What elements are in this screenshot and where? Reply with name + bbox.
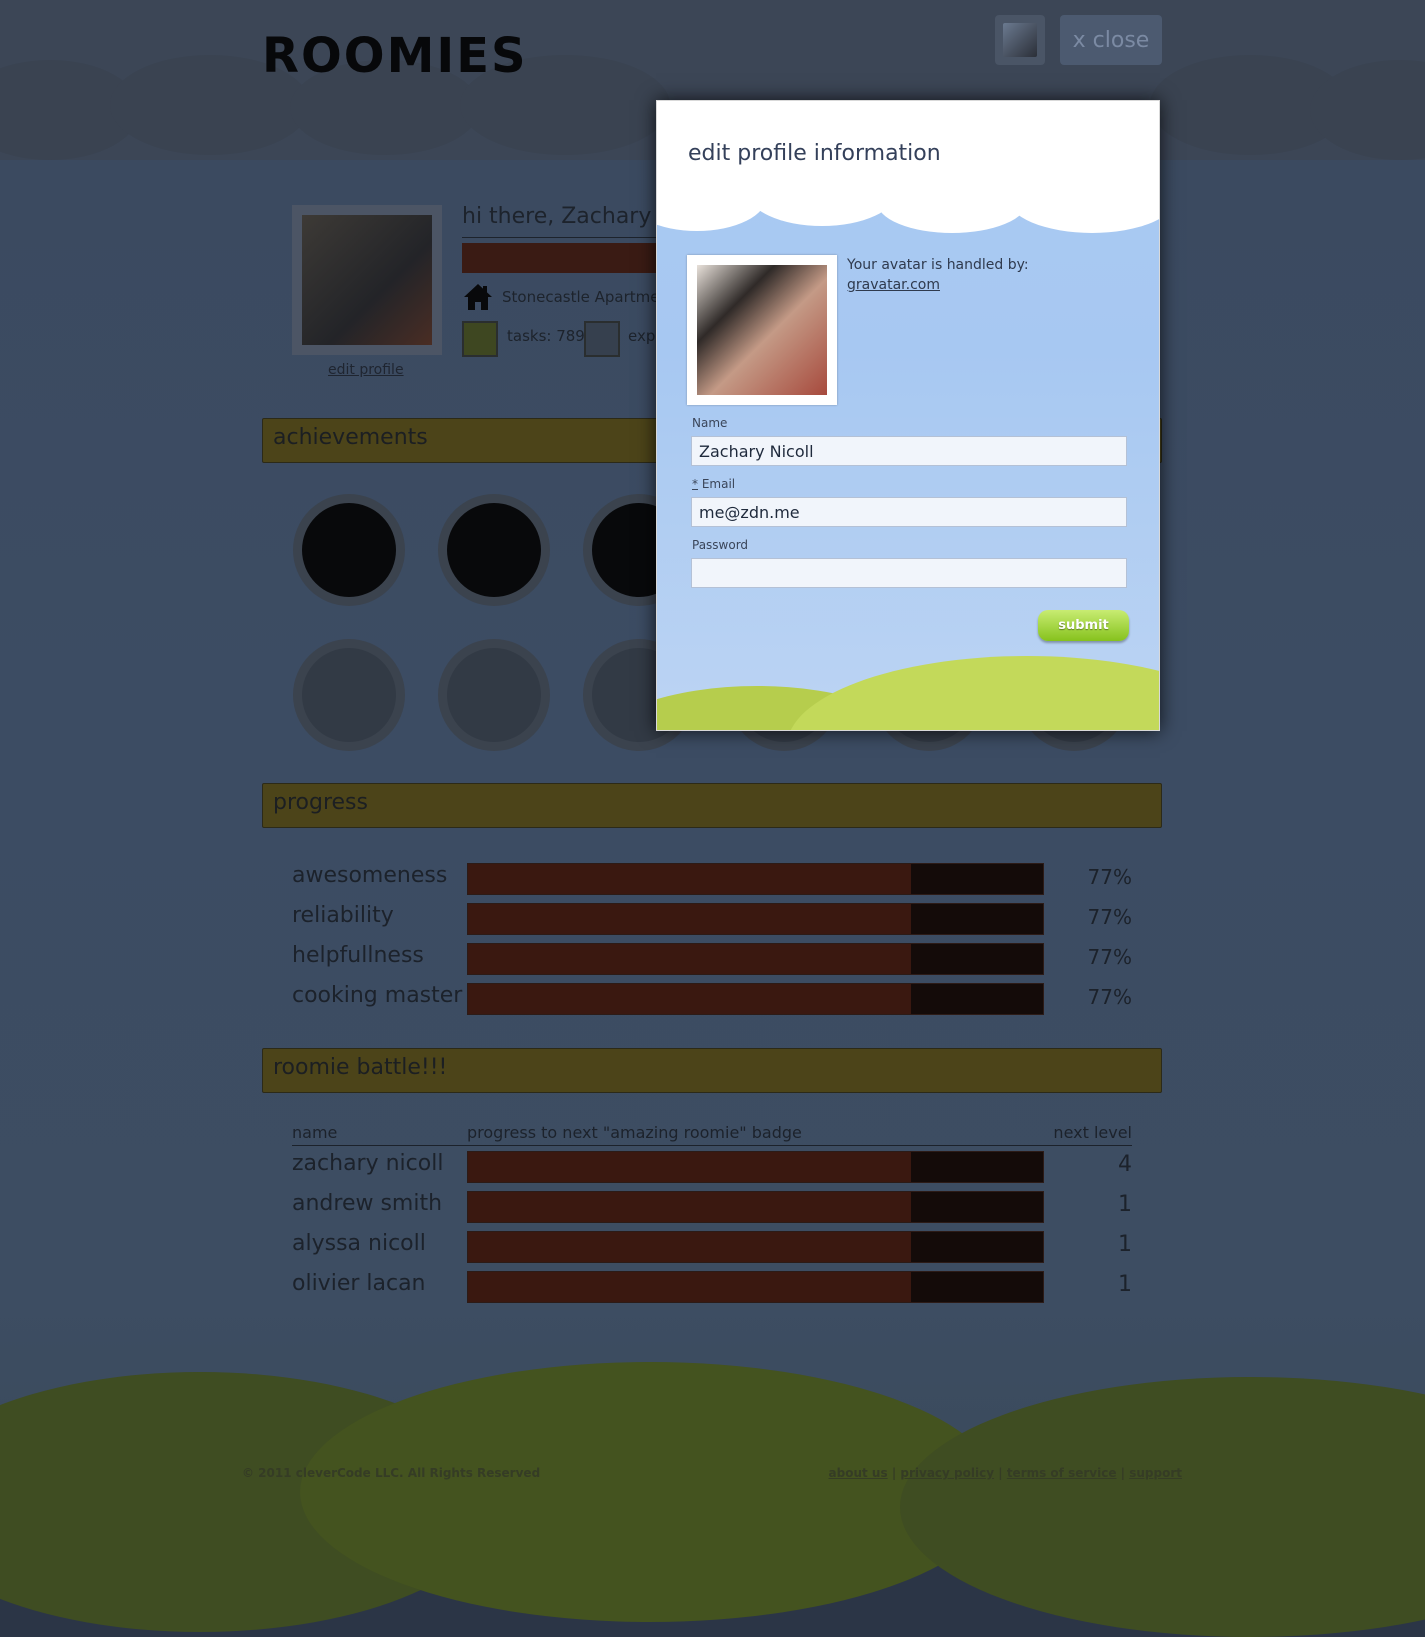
progress-fill: [468, 944, 911, 974]
progress-header: progress: [262, 783, 1162, 828]
roomie-name: andrew smith: [292, 1191, 443, 1216]
terms-link[interactable]: terms of service: [1007, 1466, 1117, 1480]
progress-label: reliability: [292, 903, 394, 928]
exp-icon: [584, 321, 620, 357]
achievement-badge-locked[interactable]: [438, 639, 550, 751]
progress-label: awesomeness: [292, 863, 448, 888]
tasks-count: tasks: 789: [507, 327, 585, 345]
edit-profile-modal: edit profile information Your avatar is …: [656, 100, 1160, 731]
column-header-name: name: [292, 1123, 338, 1142]
divider: [462, 237, 662, 238]
progress-fill: [468, 904, 911, 934]
next-level-value: 1: [1118, 1232, 1132, 1257]
progress-fill: [468, 1272, 911, 1302]
progress-fill: [468, 1192, 911, 1222]
house-icon: [464, 284, 492, 310]
badge-progress-bar: [467, 1191, 1044, 1223]
progress-bar: [467, 943, 1044, 975]
progress-percent: 77%: [1087, 905, 1132, 929]
progress-fill: [468, 864, 911, 894]
roomie-name: zachary nicoll: [292, 1151, 444, 1176]
greeting: hi there, Zachary N: [462, 204, 675, 229]
avatar-info: Your avatar is handled by: gravatar.com: [847, 257, 1029, 293]
progress-bar: [467, 863, 1044, 895]
email-field[interactable]: [691, 497, 1127, 527]
badge-progress-bar: [467, 1231, 1044, 1263]
next-level-value: 1: [1118, 1192, 1132, 1217]
progress-fill: [468, 1232, 911, 1262]
roomie-name: olivier lacan: [292, 1271, 426, 1296]
support-link[interactable]: support: [1129, 1466, 1182, 1480]
password-label: Password: [692, 538, 749, 552]
next-level-value: 4: [1118, 1152, 1132, 1177]
progress-fill: [468, 1152, 911, 1182]
achievement-badge[interactable]: [438, 494, 550, 606]
progress-fill: [468, 984, 911, 1014]
name-label: Name: [692, 416, 728, 430]
badge-progress-bar: [467, 1151, 1044, 1183]
column-header-progress: progress to next "amazing roomie" badge: [467, 1123, 802, 1142]
progress-label: helpfullness: [292, 943, 424, 968]
privacy-link[interactable]: privacy policy: [900, 1466, 994, 1480]
divider: [292, 1145, 1132, 1146]
roomie-name: alyssa nicoll: [292, 1231, 426, 1256]
edit-profile-link[interactable]: edit profile: [328, 362, 404, 378]
achievement-badge[interactable]: [293, 494, 405, 606]
name-field[interactable]: [691, 436, 1127, 466]
progress-bar: [467, 903, 1044, 935]
progress-percent: 77%: [1087, 985, 1132, 1009]
column-header-next-level: next level: [1053, 1123, 1132, 1142]
progress-percent: 77%: [1087, 865, 1132, 889]
badge-progress-bar: [467, 1271, 1044, 1303]
avatar-preview: [687, 255, 837, 405]
copyright: © 2011 cleverCode LLC. All Rights Reserv…: [242, 1466, 541, 1480]
modal-title: edit profile information: [688, 141, 941, 166]
battle-header: roomie battle!!!: [262, 1048, 1162, 1093]
section-title: progress: [273, 790, 368, 815]
user-avatar-button[interactable]: [995, 15, 1045, 65]
profile-photo: [292, 205, 442, 355]
apartment-name[interactable]: Stonecastle Apartmen: [502, 288, 669, 306]
avatar: [1003, 23, 1037, 57]
close-button[interactable]: x close: [1060, 15, 1162, 65]
footer-links: about us | privacy policy | terms of ser…: [828, 1466, 1182, 1480]
achievement-badge-locked[interactable]: [293, 639, 405, 751]
gravatar-link[interactable]: gravatar.com: [847, 277, 940, 293]
progress-percent: 77%: [1087, 945, 1132, 969]
roomies-logo[interactable]: ROOMIES: [262, 28, 528, 84]
next-level-value: 1: [1118, 1272, 1132, 1297]
level-bar: [462, 243, 662, 273]
exp-label: exp: [628, 327, 656, 345]
submit-button[interactable]: submit: [1038, 610, 1129, 641]
tasks-icon: [462, 321, 498, 357]
progress-bar: [467, 983, 1044, 1015]
hill: [787, 656, 1159, 730]
about-link[interactable]: about us: [829, 1466, 888, 1480]
password-field[interactable]: [691, 558, 1127, 588]
section-title: achievements: [273, 425, 428, 450]
hills-bottom: [0, 1362, 1425, 1637]
section-title: roomie battle!!!: [273, 1055, 448, 1080]
progress-label: cooking master: [292, 983, 463, 1008]
email-label: * Email: [692, 477, 736, 491]
